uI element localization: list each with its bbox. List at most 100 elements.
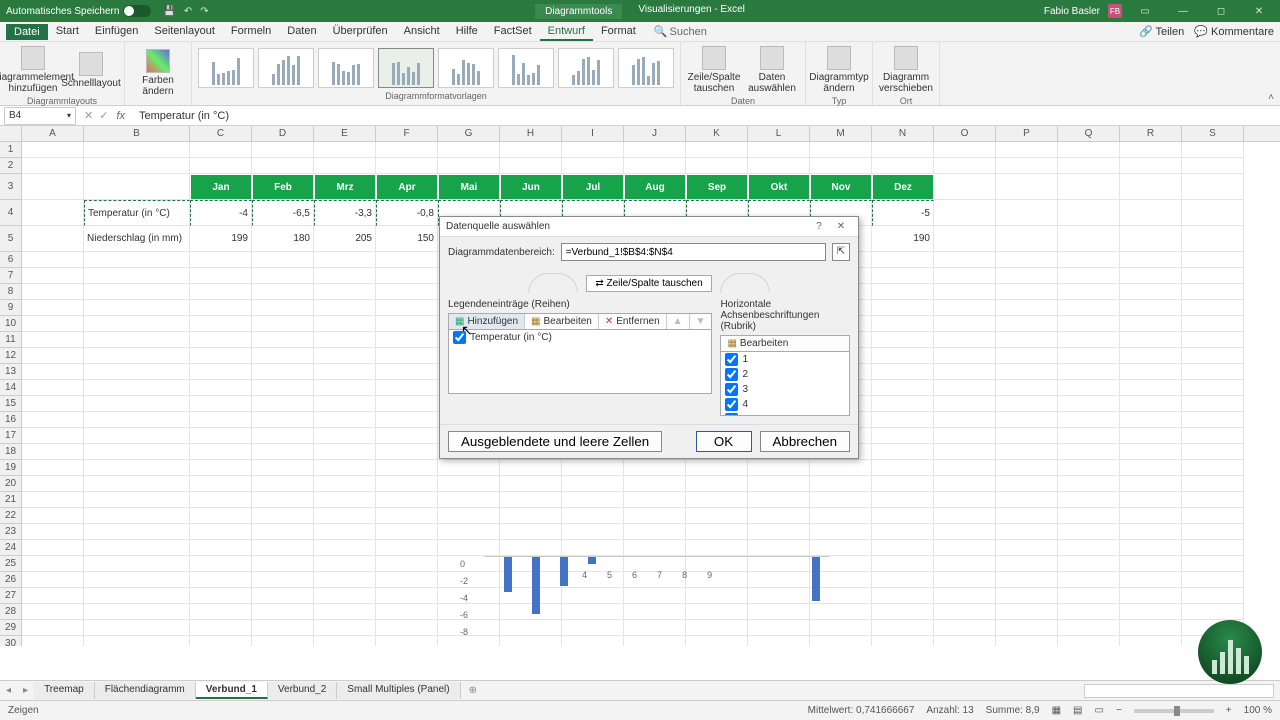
cell[interactable]	[500, 460, 562, 476]
cell[interactable]	[376, 348, 438, 364]
cell[interactable]	[1182, 476, 1244, 492]
cell[interactable]	[314, 476, 376, 492]
cell[interactable]	[376, 284, 438, 300]
cell[interactable]	[1058, 572, 1120, 588]
cell[interactable]: Mai	[438, 174, 500, 200]
cell[interactable]	[500, 540, 562, 556]
cell[interactable]	[84, 364, 190, 380]
cell[interactable]	[934, 556, 996, 572]
cell[interactable]	[314, 588, 376, 604]
cell[interactable]	[872, 444, 934, 460]
cell[interactable]	[1182, 540, 1244, 556]
cell[interactable]	[1182, 226, 1244, 252]
cell[interactable]	[996, 348, 1058, 364]
cell[interactable]	[872, 284, 934, 300]
cell[interactable]	[934, 284, 996, 300]
cell[interactable]	[84, 332, 190, 348]
cell[interactable]	[996, 300, 1058, 316]
cell[interactable]	[190, 524, 252, 540]
cell[interactable]	[1120, 476, 1182, 492]
cell[interactable]	[1058, 428, 1120, 444]
cell[interactable]	[934, 300, 996, 316]
cell[interactable]	[252, 444, 314, 460]
cell[interactable]	[314, 252, 376, 268]
cell[interactable]	[500, 158, 562, 174]
cell[interactable]	[1182, 412, 1244, 428]
cell[interactable]	[934, 142, 996, 158]
cell[interactable]	[934, 200, 996, 226]
cell[interactable]	[996, 316, 1058, 332]
tab-factset[interactable]: FactSet	[486, 23, 540, 41]
cell[interactable]	[748, 540, 810, 556]
cell[interactable]	[996, 332, 1058, 348]
cell[interactable]	[376, 620, 438, 636]
row-header[interactable]: 30	[0, 636, 22, 646]
cell[interactable]	[1182, 444, 1244, 460]
cell[interactable]	[252, 332, 314, 348]
name-box[interactable]: B4▾	[4, 107, 76, 125]
switch-row-col-button[interactable]: Zeile/Spalte tauschen	[687, 44, 741, 96]
cell[interactable]: Dez	[872, 174, 934, 200]
category-checkbox[interactable]	[725, 383, 738, 396]
cell[interactable]	[872, 348, 934, 364]
quick-layout-button[interactable]: Schnelllayout	[64, 50, 118, 91]
cell[interactable]	[84, 460, 190, 476]
cell[interactable]	[22, 476, 84, 492]
cell[interactable]	[84, 268, 190, 284]
cell[interactable]	[84, 604, 190, 620]
cell[interactable]	[84, 572, 190, 588]
cell[interactable]	[1182, 524, 1244, 540]
cell[interactable]	[996, 142, 1058, 158]
cell[interactable]	[996, 268, 1058, 284]
cell[interactable]	[1058, 636, 1120, 646]
chart-style-thumb[interactable]	[318, 48, 374, 88]
cell[interactable]: Jul	[562, 174, 624, 200]
cell[interactable]	[1120, 460, 1182, 476]
cell[interactable]	[314, 284, 376, 300]
cell[interactable]	[252, 540, 314, 556]
cell[interactable]	[934, 252, 996, 268]
tab-start[interactable]: Start	[48, 23, 87, 41]
cell[interactable]	[624, 142, 686, 158]
cell[interactable]	[252, 348, 314, 364]
cell[interactable]	[438, 476, 500, 492]
cell[interactable]	[562, 508, 624, 524]
cell[interactable]	[84, 476, 190, 492]
cell[interactable]	[996, 158, 1058, 174]
cell[interactable]	[190, 316, 252, 332]
cell[interactable]	[1182, 508, 1244, 524]
cell[interactable]	[376, 524, 438, 540]
cell[interactable]	[748, 158, 810, 174]
cell[interactable]	[190, 348, 252, 364]
cell[interactable]	[996, 508, 1058, 524]
series-checkbox[interactable]	[453, 331, 466, 344]
sheet-tab[interactable]: Treemap	[34, 682, 95, 699]
cell[interactable]	[22, 588, 84, 604]
cell[interactable]	[84, 284, 190, 300]
row-header[interactable]: 25	[0, 556, 22, 572]
cell[interactable]: -4	[190, 200, 252, 226]
cell[interactable]	[190, 508, 252, 524]
cell[interactable]	[748, 524, 810, 540]
row-header[interactable]: 12	[0, 348, 22, 364]
cell[interactable]	[996, 284, 1058, 300]
cell[interactable]	[1120, 158, 1182, 174]
remove-series-button[interactable]: ✕Entfernen	[599, 314, 667, 329]
cell[interactable]	[438, 142, 500, 158]
cell[interactable]	[686, 508, 748, 524]
cell[interactable]	[190, 158, 252, 174]
row-header[interactable]: 17	[0, 428, 22, 444]
cell[interactable]	[996, 252, 1058, 268]
cell[interactable]	[686, 540, 748, 556]
cell[interactable]	[1058, 364, 1120, 380]
cell[interactable]	[562, 158, 624, 174]
cell[interactable]	[84, 444, 190, 460]
cell[interactable]	[996, 200, 1058, 226]
cell[interactable]	[686, 492, 748, 508]
cell[interactable]	[376, 316, 438, 332]
cell[interactable]	[22, 524, 84, 540]
cell[interactable]	[996, 174, 1058, 200]
cell[interactable]	[1120, 226, 1182, 252]
cell[interactable]	[190, 252, 252, 268]
cell[interactable]	[934, 572, 996, 588]
